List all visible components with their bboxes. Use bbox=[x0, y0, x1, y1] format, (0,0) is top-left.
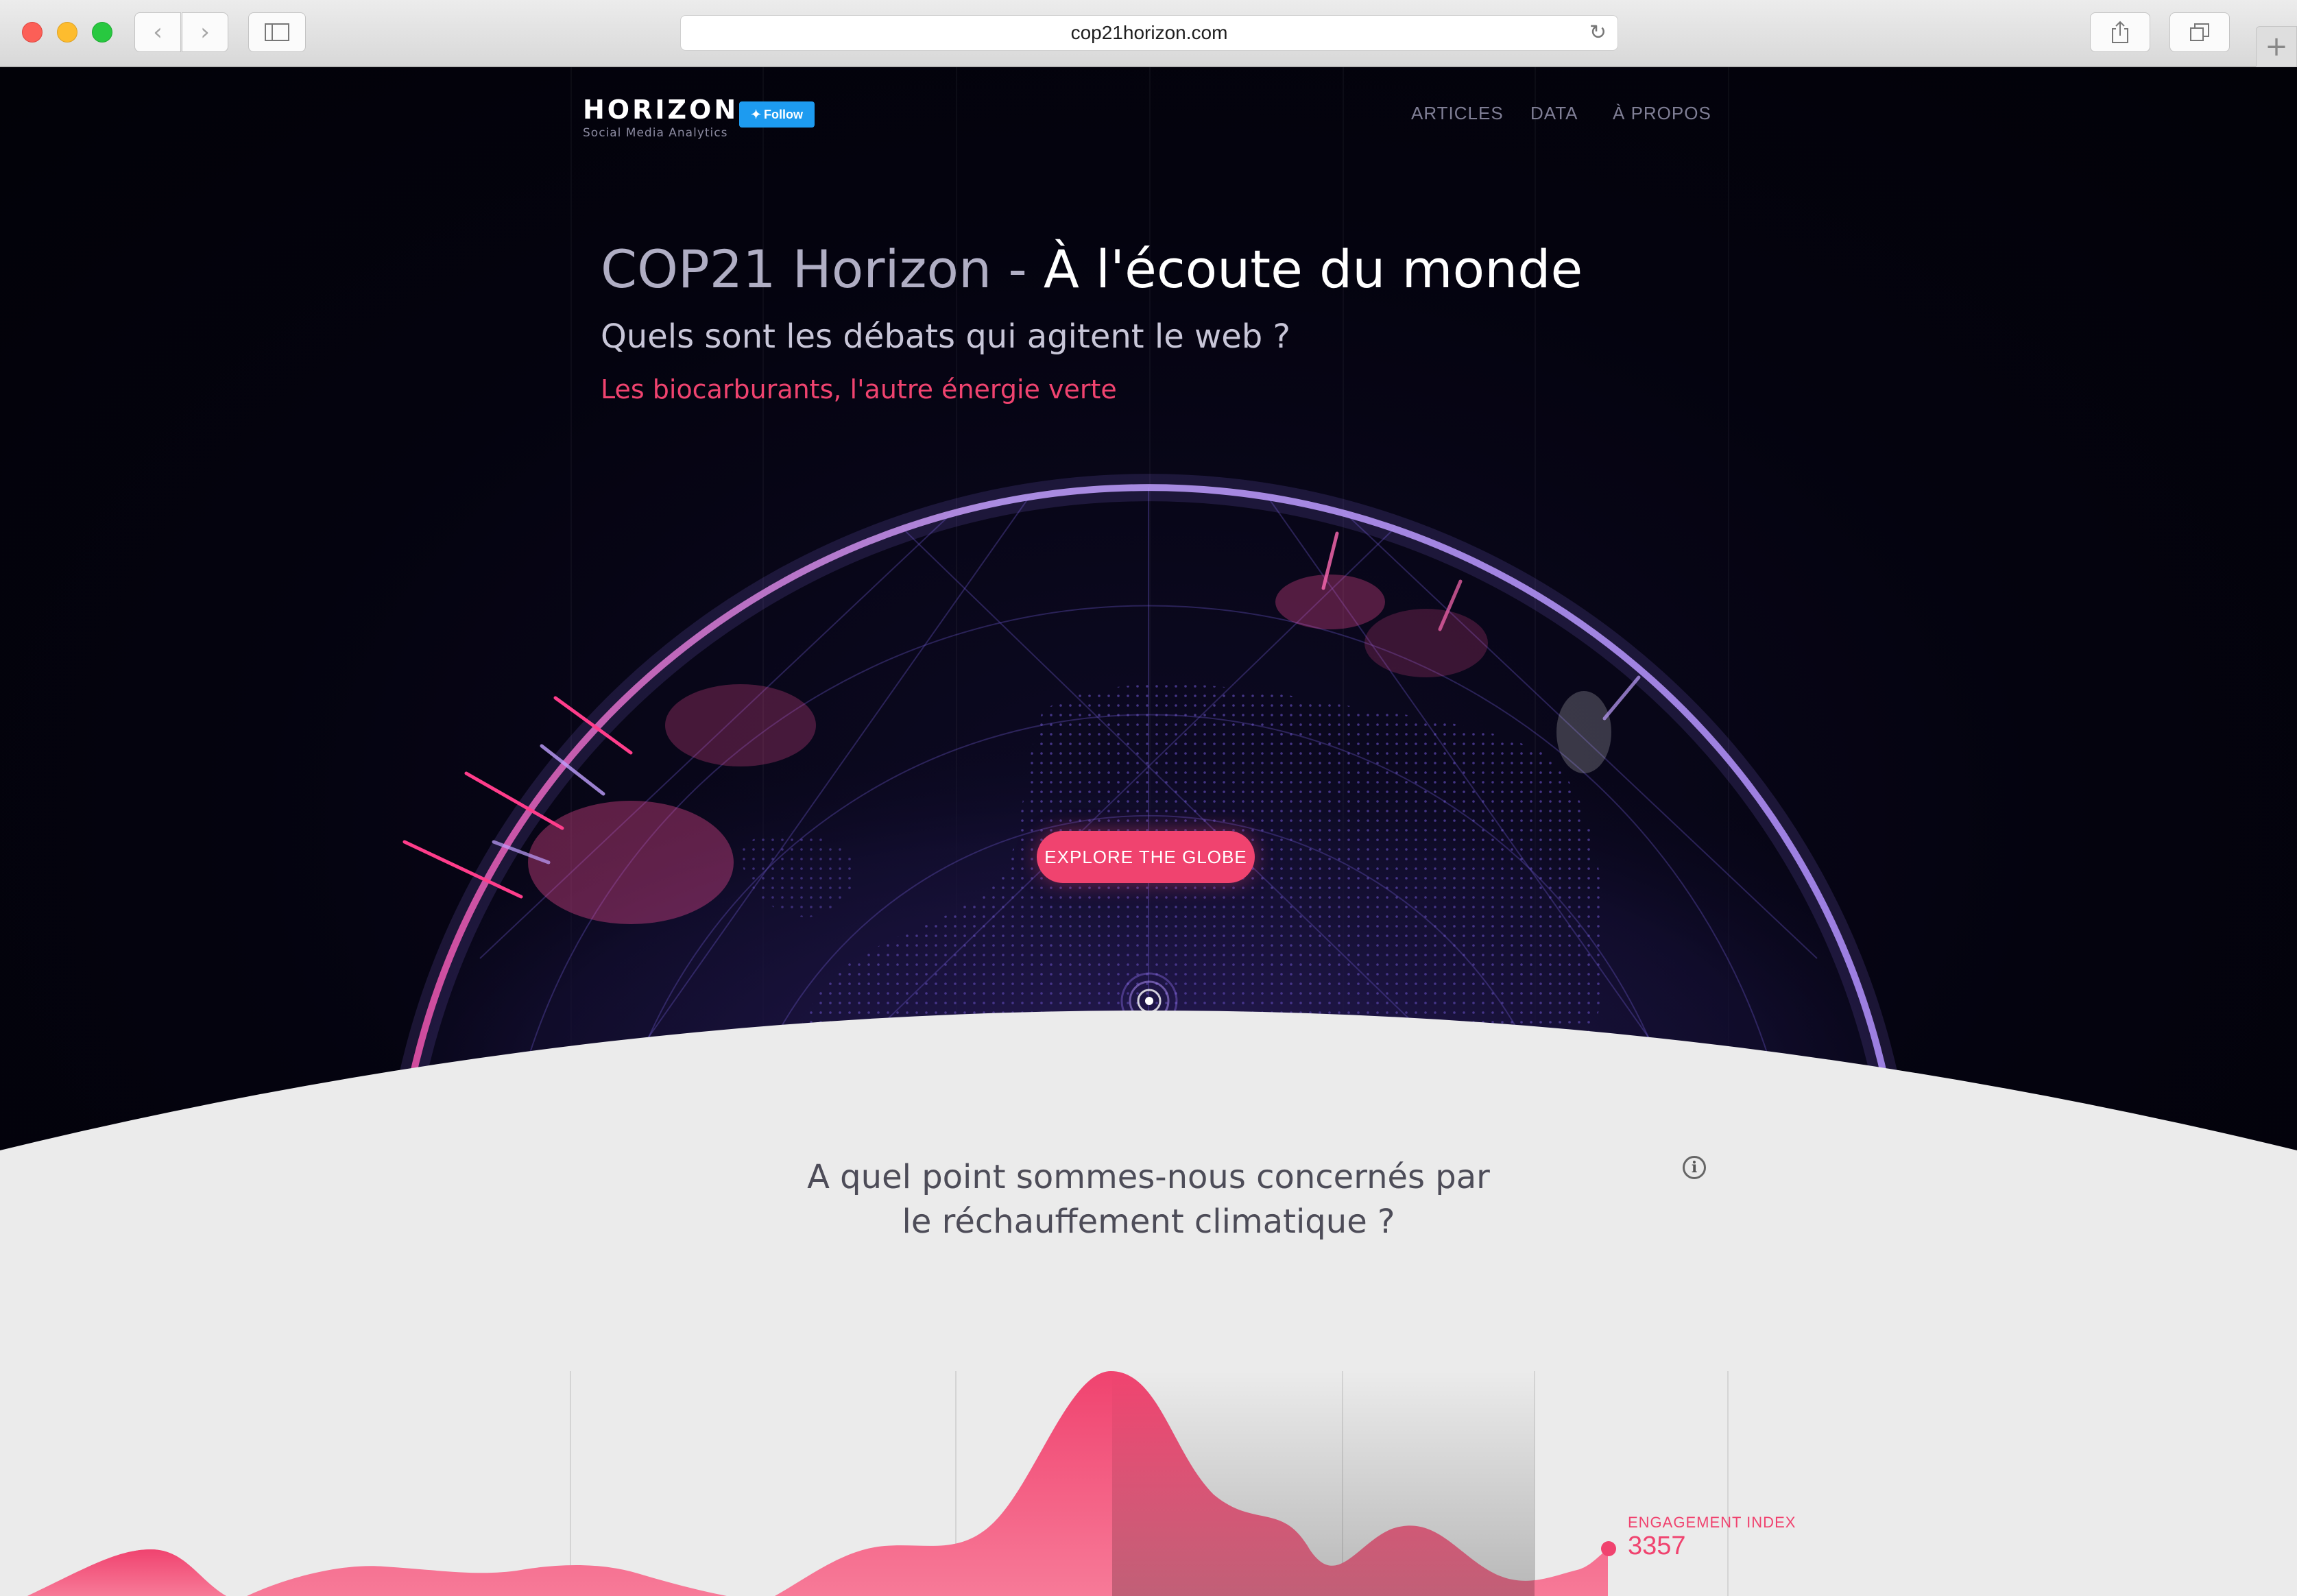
back-button[interactable]: ‹ bbox=[134, 12, 181, 52]
twitter-bird-icon: ✦ bbox=[750, 108, 762, 121]
engagement-index-label: ENGAGEMENT INDEX bbox=[1628, 1514, 1796, 1531]
selection-window bbox=[1112, 1371, 1535, 1596]
browser-toolbar: ‹ › cop21horizon.com ↻ + bbox=[0, 0, 2297, 67]
engagement-section: A quel point sommes-nous concernés par l… bbox=[0, 960, 2297, 1596]
engagement-index-value: 3357 bbox=[1628, 1532, 1686, 1560]
sidebar-toggle-button[interactable] bbox=[248, 12, 306, 52]
minimize-window-button[interactable] bbox=[57, 22, 77, 43]
share-button[interactable] bbox=[2090, 12, 2150, 52]
chevron-right-icon: › bbox=[200, 19, 210, 46]
title-main: COP21 Horizon bbox=[601, 239, 992, 300]
close-window-button[interactable] bbox=[22, 22, 43, 43]
logo-text: HORIZON bbox=[583, 95, 739, 125]
title-emphasis: À l'écoute du monde bbox=[1043, 239, 1583, 300]
sidebar-icon bbox=[265, 23, 289, 41]
site-logo[interactable]: HORIZON Social Media Analytics bbox=[583, 95, 738, 140]
zoom-window-button[interactable] bbox=[92, 22, 112, 43]
address-bar[interactable]: cop21horizon.com ↻ bbox=[680, 15, 1618, 51]
follow-label: Follow bbox=[764, 108, 804, 121]
featured-article-link[interactable]: Les biocarburants, l'autre énergie verte bbox=[601, 374, 1117, 404]
title-separator: - bbox=[991, 239, 1044, 300]
share-icon bbox=[2112, 21, 2128, 43]
engagement-marker bbox=[1601, 1541, 1616, 1556]
nav-data[interactable]: DATA bbox=[1530, 103, 1578, 124]
nav-articles[interactable]: ARTICLES bbox=[1411, 103, 1504, 124]
forward-button[interactable]: › bbox=[182, 12, 228, 52]
section-question: A quel point sommes-nous concernés par l… bbox=[807, 1158, 1490, 1241]
new-tab-button[interactable]: + bbox=[2256, 26, 2297, 67]
explore-globe-button[interactable]: EXPLORE THE GLOBE bbox=[1037, 831, 1255, 883]
tabs-icon bbox=[2190, 23, 2209, 41]
logo-subtitle: Social Media Analytics bbox=[583, 126, 728, 140]
page-title: COP21 Horizon - À l'écoute du monde bbox=[601, 239, 1583, 300]
plus-icon: + bbox=[2265, 31, 2288, 62]
page-subtitle: Quels sont les débats qui agitent le web… bbox=[601, 317, 1290, 356]
chevron-left-icon: ‹ bbox=[153, 19, 163, 46]
engagement-chart bbox=[0, 1011, 2297, 1596]
info-icon[interactable]: i bbox=[1683, 1156, 1706, 1179]
nav-a-propos[interactable]: À PROPOS bbox=[1613, 103, 1711, 124]
url-text: cop21horizon.com bbox=[1070, 22, 1228, 43]
twitter-follow-button[interactable]: ✦ Follow bbox=[739, 101, 815, 128]
show-tabs-button[interactable] bbox=[2169, 12, 2230, 52]
reload-icon[interactable]: ↻ bbox=[1589, 16, 1607, 50]
